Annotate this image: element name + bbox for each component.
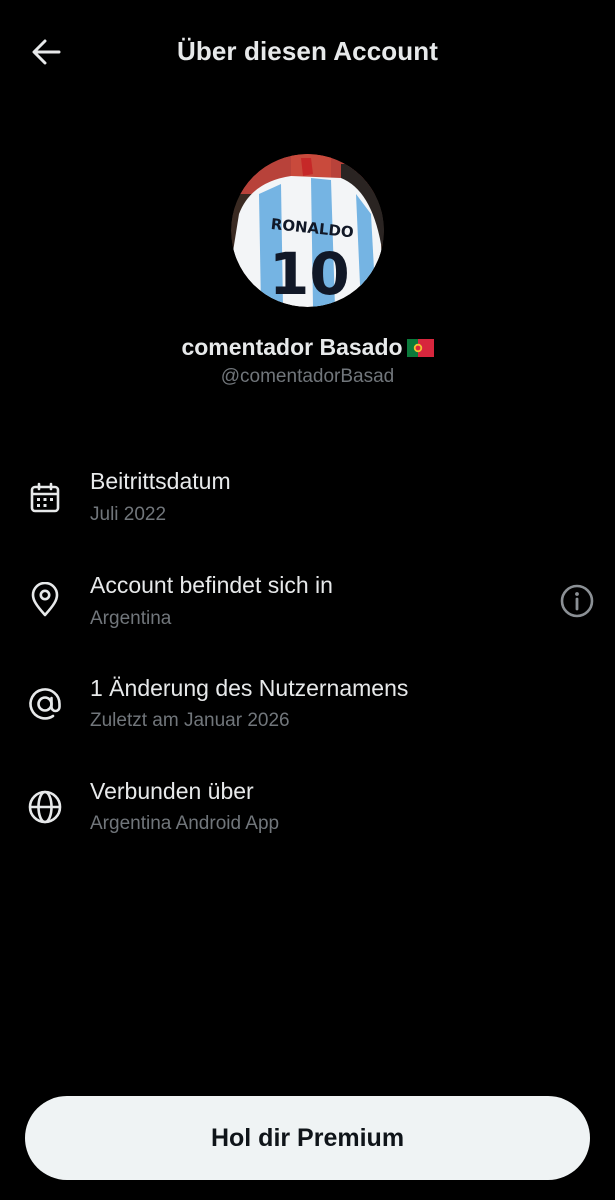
joined-title: Beitrittsdatum: [90, 468, 231, 494]
at-sign-icon: [26, 685, 64, 723]
page-title: Über diesen Account: [177, 36, 438, 66]
user-handle: @comentadorBasad: [220, 366, 395, 387]
connected-title: Verbunden über: [90, 778, 254, 804]
display-name-row: comentador Basado: [0, 334, 615, 361]
globe-icon: [26, 788, 64, 826]
info-row-connected: Verbunden über Argentina Android App: [0, 768, 615, 858]
avatar[interactable]: 10 RONALDO: [231, 154, 384, 307]
info-icon: [560, 584, 594, 618]
username-changes-value: Zuletzt am Januar 2026: [90, 710, 290, 731]
location-title: Account befindet sich in: [90, 572, 333, 598]
connected-value: Argentina Android App: [90, 813, 280, 834]
info-row-joined: Beitrittsdatum Juli 2022: [0, 458, 615, 548]
info-row-location: Account befindet sich in Argentina: [0, 562, 615, 652]
location-info-button[interactable]: [557, 581, 597, 621]
about-account-screen: Über diesen Account 10 RONALDO comentado…: [0, 0, 615, 1200]
location-value: Argentina: [90, 608, 172, 629]
calendar-icon: [26, 479, 64, 517]
display-name: comentador Basado: [181, 334, 403, 360]
info-row-username-changes: 1 Änderung des Nutzernamens Zuletzt am J…: [0, 665, 615, 755]
portugal-flag-icon: [406, 338, 434, 357]
get-premium-button[interactable]: Hol dir Premium: [25, 1096, 590, 1180]
avatar-image: 10 RONALDO: [231, 154, 384, 307]
location-pin-icon: [26, 581, 64, 619]
avatar-shirt-number: 10: [269, 240, 350, 307]
header: Über diesen Account: [0, 0, 615, 104]
username-changes-title: 1 Änderung des Nutzernamens: [90, 675, 409, 701]
joined-value: Juli 2022: [90, 504, 167, 525]
